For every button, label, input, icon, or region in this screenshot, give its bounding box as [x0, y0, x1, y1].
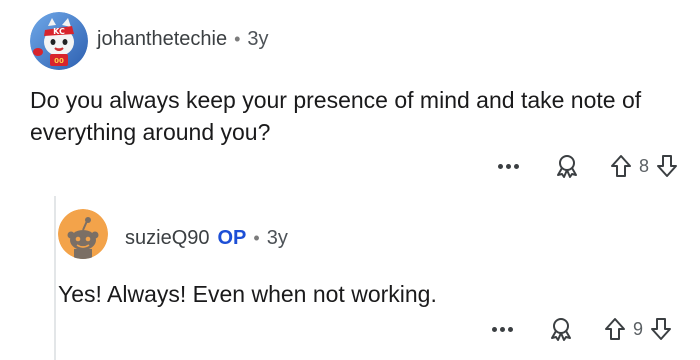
username[interactable]: johanthetechie: [97, 28, 227, 51]
award-icon[interactable]: [546, 313, 576, 345]
vote-count: 8: [638, 155, 649, 176]
avatar[interactable]: KC 00: [30, 12, 88, 70]
svg-text:00: 00: [54, 57, 64, 65]
upvote-arrow-icon[interactable]: [608, 150, 634, 182]
comment-text: Yes! Always! Even when not working.: [58, 281, 437, 307]
separator-dot: •: [253, 228, 260, 248]
avatar[interactable]: [58, 209, 108, 259]
cat-mascot-avatar-icon: KC 00: [30, 12, 88, 70]
more-options-icon[interactable]: [488, 313, 516, 345]
more-options-icon[interactable]: [494, 150, 522, 182]
downvote-arrow-icon[interactable]: [648, 313, 674, 345]
username[interactable]: suzieQ90: [125, 227, 210, 250]
award-icon[interactable]: [552, 150, 582, 182]
timestamp: 3y: [266, 227, 288, 249]
op-badge: OP: [217, 227, 247, 249]
comment-text: Do you always keep your presence of mind…: [30, 87, 642, 145]
separator-dot: •: [234, 29, 241, 49]
comment: KC 00 johanthetechie • 3y Do you always …: [0, 0, 700, 200]
timestamp: 3y: [247, 28, 269, 50]
svg-text:KC: KC: [53, 27, 65, 36]
upvote-arrow-icon[interactable]: [602, 313, 628, 345]
comment-actions: 9: [488, 313, 674, 345]
reply-comment: suzieQ90 OP • 3y Yes! Always! Even when …: [0, 196, 700, 360]
vote-count: 9: [632, 318, 643, 339]
downvote-arrow-icon[interactable]: [654, 150, 680, 182]
snoo-avatar-icon: [58, 209, 108, 259]
comment-actions: 8: [494, 150, 680, 182]
